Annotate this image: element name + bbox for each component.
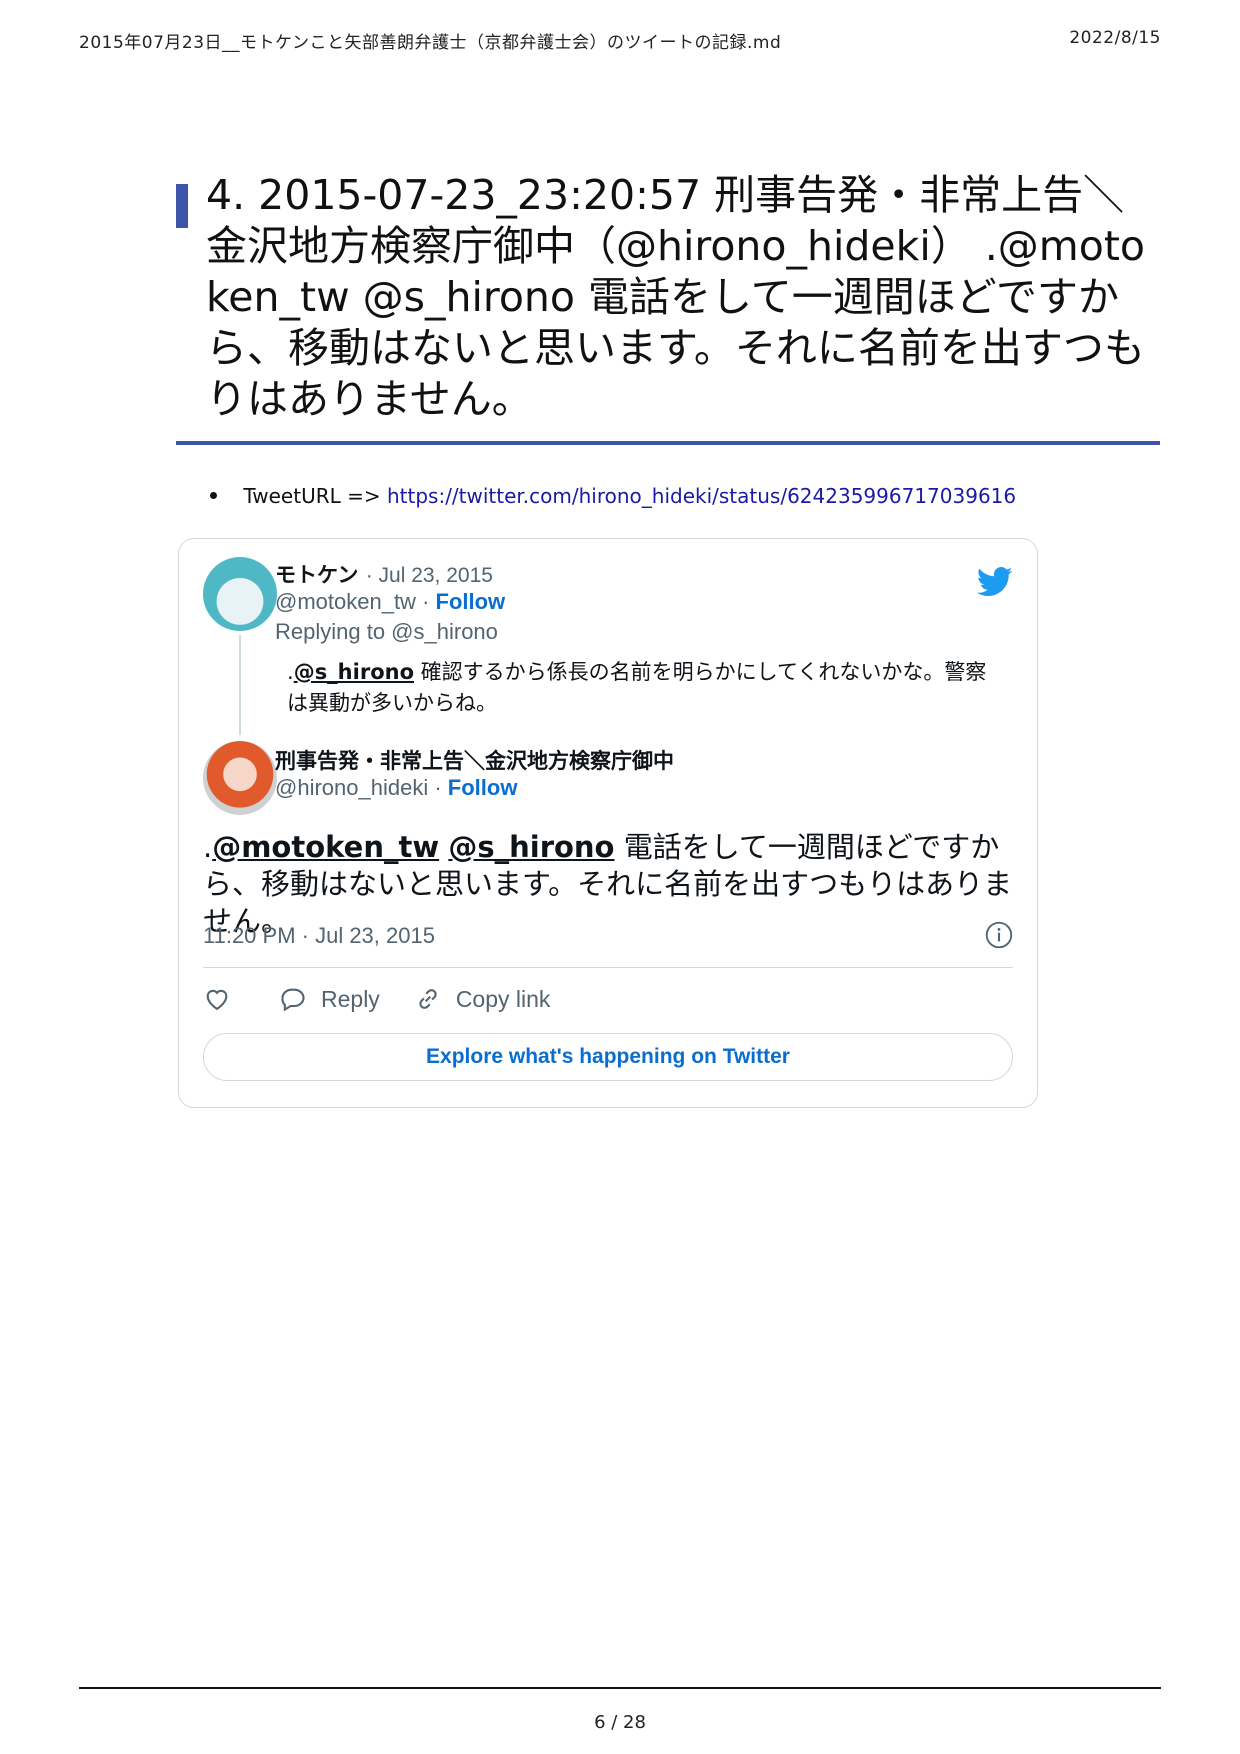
thread-line bbox=[239, 635, 241, 735]
tweet-url-item: TweetURL => https://twitter.com/hirono_h… bbox=[210, 484, 1016, 508]
page-number: 6 / 28 bbox=[594, 1712, 646, 1733]
tweet-timestamp[interactable]: 11:20 PM · Jul 23, 2015 bbox=[203, 923, 435, 949]
footer-divider bbox=[79, 1687, 1161, 1689]
reply-label: Reply bbox=[321, 985, 380, 1012]
avatar[interactable] bbox=[203, 741, 277, 815]
text-prefix: . bbox=[203, 830, 213, 864]
divider bbox=[203, 967, 1013, 968]
tweet-actions: Reply Copy link bbox=[203, 985, 584, 1013]
mention-link[interactable]: @motoken_tw bbox=[212, 830, 439, 864]
copy-link-button[interactable]: Copy link bbox=[414, 985, 551, 1013]
follow-button[interactable]: Follow bbox=[436, 589, 506, 614]
avatar[interactable] bbox=[203, 557, 277, 631]
reply-author-name[interactable]: モトケン bbox=[275, 563, 358, 587]
separator: · bbox=[428, 775, 448, 800]
copy-link-label: Copy link bbox=[455, 985, 551, 1012]
print-date: 2022/8/15 bbox=[1069, 28, 1161, 48]
like-button[interactable] bbox=[203, 985, 245, 1013]
main-author-name[interactable]: 刑事告発・非常上告＼金沢地方検察庁御中 bbox=[275, 745, 674, 775]
reply-handle-line: @motoken_tw · Follow bbox=[275, 589, 505, 615]
heart-icon bbox=[206, 989, 228, 1011]
section-heading: 4. 2015-07-23_23:20:57 刑事告発・非常上告＼金沢地方検察庁… bbox=[176, 170, 1160, 445]
speech-bubble-icon bbox=[281, 988, 305, 1012]
main-handle-line: @hirono_hideki · Follow bbox=[275, 775, 517, 801]
reply-button[interactable]: Reply bbox=[279, 985, 380, 1013]
tweet-url-label: TweetURL => bbox=[243, 484, 381, 508]
info-icon[interactable] bbox=[985, 921, 1013, 949]
link-icon bbox=[419, 989, 437, 1009]
separator: · bbox=[415, 589, 436, 614]
follow-button[interactable]: Follow bbox=[448, 775, 518, 800]
page-header: 2015年07月23日__モトケンこと矢部善朗弁護士（京都弁護士会）のツイートの… bbox=[79, 28, 1161, 53]
reply-author-line: モトケン · Jul 23, 2015 bbox=[275, 559, 493, 589]
heading-accent-bar bbox=[176, 184, 188, 228]
document-title: 2015年07月23日__モトケンこと矢部善朗弁護士（京都弁護士会）のツイートの… bbox=[79, 33, 782, 53]
twitter-bird-icon[interactable] bbox=[977, 563, 1013, 599]
reply-date[interactable]: · Jul 23, 2015 bbox=[366, 564, 493, 587]
main-handle[interactable]: @hirono_hideki bbox=[275, 775, 428, 800]
mention-link[interactable]: @s_hirono bbox=[448, 830, 614, 864]
mention-link[interactable]: @s_hirono bbox=[294, 660, 414, 684]
text-prefix: . bbox=[287, 660, 294, 684]
embedded-tweet: モトケン · Jul 23, 2015 @motoken_tw · Follow… bbox=[178, 538, 1038, 1108]
bullet-dot bbox=[210, 492, 217, 499]
heading-text: 4. 2015-07-23_23:20:57 刑事告発・非常上告＼金沢地方検察庁… bbox=[206, 171, 1145, 423]
reply-handle[interactable]: @motoken_tw bbox=[275, 589, 416, 614]
tweet-url-link[interactable]: https://twitter.com/hirono_hideki/status… bbox=[387, 484, 1016, 508]
reply-tweet-text: .@s_hirono 確認するから係長の名前を明らかにしてくれないかな。警察は異… bbox=[287, 657, 1007, 719]
replying-to: Replying to @s_hirono bbox=[275, 619, 498, 644]
explore-button[interactable]: Explore what's happening on Twitter bbox=[203, 1033, 1013, 1081]
